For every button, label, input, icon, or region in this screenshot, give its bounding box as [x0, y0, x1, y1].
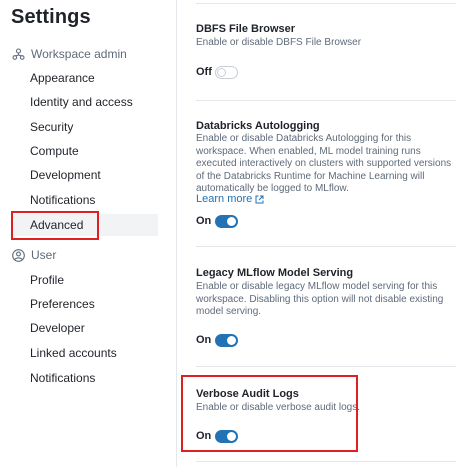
user-icon — [11, 248, 25, 262]
sidebar-item-label: Identity and access — [30, 95, 133, 109]
sidebar-item-notifications[interactable]: Notifications — [12, 189, 158, 211]
setting-description: Enable or disable legacy MLflow model se… — [196, 281, 444, 317]
sidebar-item-development[interactable]: Development — [12, 164, 158, 186]
sidebar-item-label: Profile — [30, 273, 65, 287]
databricks-autologging-toggle[interactable] — [215, 214, 238, 228]
setting-description: Enable or disable DBFS File Browser — [196, 37, 362, 48]
setting-title: DBFS File Browser — [196, 23, 296, 35]
toggle-row-verbose-audit-logs: On — [196, 428, 238, 444]
toggle-row-legacy-mlflow-model-serving: On — [196, 332, 238, 348]
legacy-mlflow-model-serving-toggle[interactable] — [215, 333, 238, 347]
toggle-state-label: On — [196, 334, 212, 346]
toggle-row-dbfs-file-browser: Off — [196, 64, 238, 80]
sidebar-item-user-notifications[interactable]: Notifications — [12, 367, 158, 389]
divider — [196, 461, 456, 462]
toggle-knob — [227, 335, 236, 345]
toggle-state-label: Off — [196, 66, 212, 78]
setting-title: Legacy MLflow Model Serving — [196, 267, 354, 279]
sidebar-item-developer[interactable]: Developer — [12, 317, 158, 339]
dbfs-file-browser-toggle[interactable] — [215, 65, 238, 79]
sidebar-item-security[interactable]: Security — [12, 116, 158, 138]
sidebar-item-label: Notifications — [30, 193, 96, 207]
sidebar-item-advanced[interactable]: Advanced — [12, 214, 158, 236]
section-label: User — [31, 248, 57, 262]
sidebar-item-identity-and-access[interactable]: Identity and access — [12, 91, 158, 113]
divider — [196, 246, 456, 247]
workspace-admin-icon — [11, 47, 25, 61]
learn-more-link[interactable]: Learn more — [196, 193, 264, 205]
section-user: User — [11, 246, 56, 264]
sidebar-item-label: Notifications — [30, 371, 96, 385]
sidebar-item-label: Linked accounts — [30, 346, 117, 360]
setting-description: Enable or disable Databricks Autologging… — [196, 133, 452, 194]
sidebar-item-compute[interactable]: Compute — [12, 140, 158, 162]
divider — [196, 100, 456, 101]
setting-description: Enable or disable verbose audit logs. — [196, 402, 360, 413]
sidebar-item-label: Compute — [30, 144, 79, 158]
sidebar-item-linked-accounts[interactable]: Linked accounts — [12, 342, 158, 364]
sidebar-item-label: Security — [30, 120, 74, 134]
toggle-knob — [227, 431, 236, 441]
toggle-state-label: On — [196, 215, 212, 227]
divider — [196, 3, 456, 4]
section-workspace-admin: Workspace admin — [11, 45, 127, 63]
sidebar-item-label: Preferences — [30, 297, 95, 311]
divider — [196, 366, 456, 367]
section-label: Workspace admin — [31, 47, 127, 61]
sidebar-item-profile[interactable]: Profile — [12, 269, 158, 291]
sidebar-item-appearance[interactable]: Appearance — [12, 67, 158, 89]
toggle-row-databricks-autologging: On — [196, 213, 238, 229]
learn-more-label: Learn more — [196, 193, 253, 205]
setting-title: Verbose Audit Logs — [196, 388, 299, 400]
sidebar-item-label: Development — [30, 168, 101, 182]
sidebar-item-label: Developer — [30, 321, 85, 335]
setting-title: Databricks Autologging — [196, 120, 320, 132]
external-link-icon — [255, 195, 264, 203]
toggle-knob — [217, 67, 226, 77]
sidebar-item-label: Appearance — [30, 71, 95, 85]
settings-page: Settings Workspace admin Appearance Iden… — [0, 0, 474, 467]
toggle-state-label: On — [196, 430, 212, 442]
settings-sidebar: Settings Workspace admin Appearance Iden… — [0, 0, 176, 467]
sidebar-item-preferences[interactable]: Preferences — [12, 293, 158, 315]
page-title: Settings — [11, 6, 91, 28]
toggle-knob — [227, 216, 236, 226]
verbose-audit-logs-toggle[interactable] — [215, 429, 238, 443]
sidebar-item-label: Advanced — [30, 218, 84, 232]
